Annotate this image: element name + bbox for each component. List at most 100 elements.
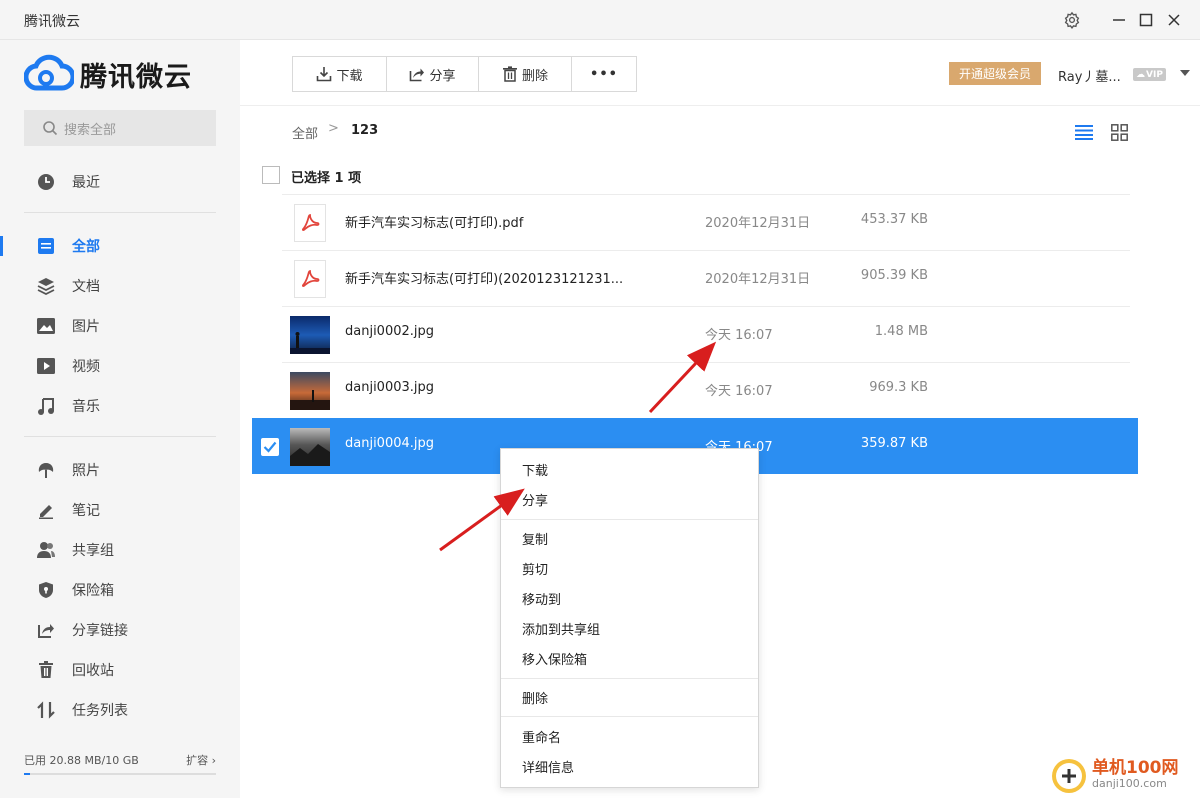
sidebar-item-label: 视频	[72, 359, 100, 375]
shield-icon	[36, 580, 56, 600]
sidebar-item-label: 保险箱	[72, 583, 114, 599]
image-thumbnail	[290, 316, 330, 354]
row-divider	[282, 306, 1130, 307]
pen-icon	[36, 500, 56, 520]
sidebar-item-all[interactable]: 全部	[0, 226, 240, 266]
image-thumbnail	[290, 372, 330, 410]
sidebar-item-documents[interactable]: 文档	[0, 266, 240, 306]
storage-info: 已用 20.88 MB/10 GB 扩容 ›	[24, 752, 216, 768]
row-divider	[282, 362, 1130, 363]
clock-icon	[36, 172, 56, 192]
sidebar-item-recycle[interactable]: 回收站	[0, 650, 240, 690]
menu-item-details[interactable]: 详细信息	[501, 751, 758, 781]
sidebar-item-notes[interactable]: 笔记	[0, 490, 240, 530]
users-icon	[36, 540, 56, 560]
vip-upgrade-button[interactable]: 开通超级会员	[949, 62, 1041, 85]
file-size: 905.39 KB	[860, 268, 928, 283]
download-icon	[317, 67, 332, 82]
menu-item-add-to-group[interactable]: 添加到共享组	[501, 613, 758, 643]
file-size: 453.37 KB	[860, 212, 928, 227]
sidebar-divider	[24, 212, 216, 213]
menu-item-delete[interactable]: 删除	[501, 682, 758, 712]
sidebar-item-label: 任务列表	[72, 703, 128, 719]
image-icon	[36, 316, 56, 336]
sidebar-item-label: 最近	[72, 175, 100, 191]
sidebar-item-images[interactable]: 图片	[0, 306, 240, 346]
window-title: 腾讯微云	[24, 14, 80, 30]
storage-progress-bar	[24, 773, 216, 775]
pdf-file-icon	[294, 204, 326, 242]
sidebar-item-videos[interactable]: 视频	[0, 346, 240, 386]
sidebar-item-label: 文档	[72, 279, 100, 295]
file-row[interactable]: 新手汽车实习标志(可打印).pdf 2020年12月31日 453.37 KB	[252, 194, 1138, 250]
sidebar-item-music[interactable]: 音乐	[0, 386, 240, 426]
toolbar: 下载 分享 删除 •••	[292, 56, 637, 92]
select-all-checkbox[interactable]	[262, 166, 280, 184]
cloud-icon: ☁	[1136, 69, 1145, 80]
settings-gear-icon[interactable]	[1060, 8, 1084, 32]
sidebar-item-tasks[interactable]: 任务列表	[0, 690, 240, 730]
file-row[interactable]: danji0002.jpg 今天 16:07 1.48 MB	[252, 306, 1138, 362]
sidebar-item-photos[interactable]: 照片	[0, 450, 240, 490]
file-date: 今天 16:07	[705, 328, 773, 343]
menu-item-move-to-safe[interactable]: 移入保险箱	[501, 643, 758, 673]
menu-item-cut[interactable]: 剪切	[501, 553, 758, 583]
close-icon[interactable]	[1162, 8, 1186, 32]
sidebar-item-recent[interactable]: 最近	[0, 162, 240, 202]
more-button[interactable]: •••	[572, 57, 636, 91]
cloud-logo-icon	[24, 54, 74, 91]
menu-item-download[interactable]: 下载	[501, 454, 758, 484]
menu-item-copy[interactable]: 复制	[501, 523, 758, 553]
vip-badge: ☁ VIP	[1133, 68, 1166, 81]
menu-item-rename[interactable]: 重命名	[501, 721, 758, 751]
download-button[interactable]: 下载	[293, 57, 387, 91]
breadcrumb-root[interactable]: 全部	[292, 123, 318, 142]
grid-view-icon[interactable]	[1111, 124, 1128, 145]
menu-item-share[interactable]: 分享	[501, 484, 758, 514]
leaf-icon	[36, 460, 56, 480]
file-row[interactable]: danji0003.jpg 今天 16:07 969.3 KB	[252, 362, 1138, 418]
sidebar-divider	[24, 436, 216, 437]
sidebar-item-share-links[interactable]: 分享链接	[0, 610, 240, 650]
share-button[interactable]: 分享	[387, 57, 479, 91]
search-input[interactable]: 搜索全部	[24, 110, 216, 146]
expand-storage-link[interactable]: 扩容 ›	[186, 752, 216, 768]
user-name[interactable]: Ray丿墓...	[1058, 66, 1121, 85]
sidebar-item-label: 照片	[72, 463, 100, 479]
search-placeholder: 搜索全部	[64, 122, 117, 138]
trash-icon	[36, 660, 56, 680]
chevron-right-icon: ›	[211, 754, 216, 767]
selection-count-label: 已选择 1 项	[291, 171, 362, 186]
sidebar-item-label: 笔记	[72, 503, 100, 519]
chevron-down-icon[interactable]	[1180, 70, 1190, 76]
breadcrumb-current: 123	[351, 123, 379, 138]
watermark: 单机100网 danji100.com	[1050, 756, 1179, 796]
maximize-icon[interactable]	[1134, 8, 1158, 32]
title-bar: 腾讯微云	[0, 0, 1200, 40]
row-checkbox-checked[interactable]	[261, 438, 279, 456]
sidebar-item-label: 回收站	[72, 663, 114, 679]
share-link-icon	[36, 620, 56, 640]
breadcrumb-separator: >	[328, 121, 339, 136]
music-icon	[36, 396, 56, 416]
menu-separator	[501, 678, 758, 679]
file-name: 新手汽车实习标志(可打印).pdf	[345, 216, 524, 231]
file-size: 969.3 KB	[869, 380, 928, 395]
file-date: 2020年12月31日	[705, 216, 811, 231]
sidebar-item-label: 共享组	[72, 543, 114, 559]
header-divider	[240, 105, 1200, 106]
layers-icon	[36, 276, 56, 296]
list-view-icon[interactable]	[1075, 124, 1093, 144]
sidebar-item-label: 图片	[72, 319, 100, 335]
file-date: 2020年12月31日	[705, 272, 811, 287]
file-row[interactable]: 新手汽车实习标志(可打印)(2020123121231... 2020年12月3…	[252, 250, 1138, 306]
sidebar-item-safe[interactable]: 保险箱	[0, 570, 240, 610]
minimize-icon[interactable]	[1107, 8, 1131, 32]
sidebar-item-groups[interactable]: 共享组	[0, 530, 240, 570]
sidebar-item-label: 全部	[72, 239, 100, 255]
checkmark-icon	[263, 441, 277, 453]
menu-item-move-to[interactable]: 移动到	[501, 583, 758, 613]
delete-button[interactable]: 删除	[479, 57, 572, 91]
menu-separator	[501, 519, 758, 520]
menu-separator	[501, 716, 758, 717]
